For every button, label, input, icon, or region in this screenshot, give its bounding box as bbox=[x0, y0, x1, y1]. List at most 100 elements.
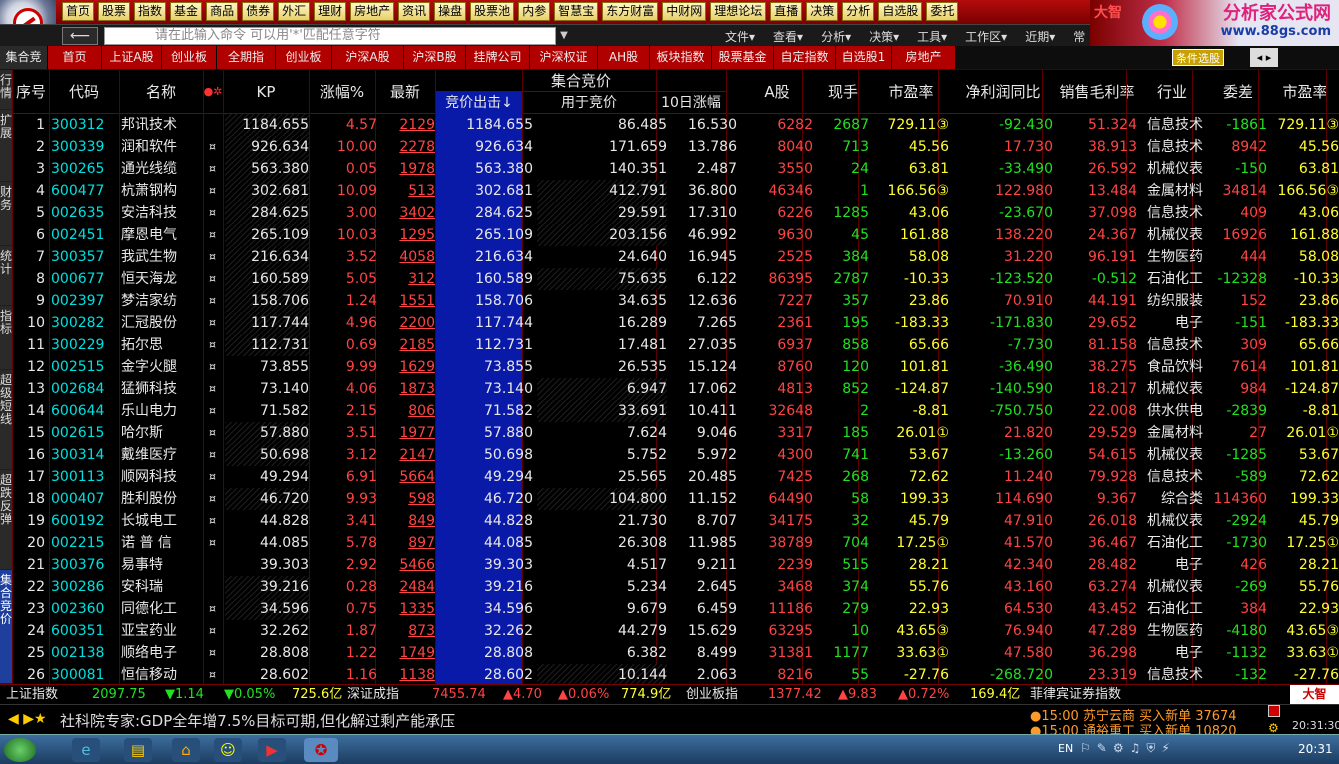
video-app-icon[interactable]: ▶ bbox=[258, 738, 286, 762]
row-name[interactable]: 我武生物 bbox=[121, 246, 201, 268]
menu-item[interactable]: 决策 bbox=[806, 2, 839, 21]
col-header-bid[interactable]: 竞价出击↓ bbox=[436, 92, 522, 114]
rmenu-item[interactable]: 查看▾ bbox=[773, 28, 803, 45]
row-seq[interactable]: 15 bbox=[13, 422, 45, 444]
row-seq[interactable]: 5 bbox=[13, 202, 45, 224]
row-seq[interactable]: 22 bbox=[13, 576, 45, 598]
board-tab[interactable]: 全期指 bbox=[217, 46, 276, 69]
row-code[interactable]: 300286 bbox=[51, 576, 127, 598]
menu-item[interactable]: 理想论坛 bbox=[710, 2, 767, 21]
row-seq[interactable]: 10 bbox=[13, 312, 45, 334]
menu-item[interactable]: 东方财富 bbox=[602, 2, 659, 21]
col-header-industry[interactable]: 行业 bbox=[1139, 70, 1205, 114]
row-code[interactable]: 300339 bbox=[51, 136, 127, 158]
row-name[interactable]: 顺络电子 bbox=[121, 642, 201, 664]
table-row[interactable]: 20 002215 诺 普 信 ¤ 44.085 5.78 897 44.085 26.308 1… bbox=[13, 532, 1339, 554]
table-row[interactable]: 13 002684 猛狮科技 ¤ 73.140 4.06 1873 73.140 6.947 17… bbox=[13, 378, 1339, 400]
row-seq[interactable]: 23 bbox=[13, 598, 45, 620]
menu-item[interactable]: 内参 bbox=[518, 2, 551, 21]
tab-scroll-arrows[interactable]: ◂ ▸ bbox=[1250, 48, 1278, 67]
row-name[interactable]: 杭萧钢构 bbox=[121, 180, 201, 202]
row-name[interactable]: 通光线缆 bbox=[121, 158, 201, 180]
news-headline[interactable]: 社科院专家:GDP全年增7.5%目标可期,但化解过剩产能承压 bbox=[60, 710, 455, 731]
rmenu-item[interactable]: 工具▾ bbox=[917, 28, 947, 45]
home-app-icon[interactable]: ⌂ bbox=[172, 738, 200, 762]
table-row[interactable]: 24 600351 亚宝药业 ¤ 32.262 1.87 873 32.262 44.279 15… bbox=[13, 620, 1339, 642]
row-code[interactable]: 300113 bbox=[51, 466, 127, 488]
board-tab[interactable]: 房地产 bbox=[892, 46, 956, 69]
col-header-net-profit[interactable]: 净利润同比 bbox=[951, 70, 1055, 114]
row-seq[interactable]: 26 bbox=[13, 664, 45, 686]
row-name[interactable]: 亚宝药业 bbox=[121, 620, 201, 642]
table-row[interactable]: 8 000677 恒天海龙 ¤ 160.589 5.05 312 160.589 75.635 6… bbox=[13, 268, 1339, 290]
row-name[interactable]: 拓尔思 bbox=[121, 334, 201, 356]
row-name[interactable]: 同德化工 bbox=[121, 598, 201, 620]
row-seq[interactable]: 13 bbox=[13, 378, 45, 400]
board-tab[interactable]: 集合竞价 bbox=[0, 46, 48, 87]
table-row[interactable]: 4 600477 杭萧钢构 ¤ 302.681 10.09 513 302.681 412.79… bbox=[13, 180, 1339, 202]
menu-item[interactable]: 外汇 bbox=[278, 2, 311, 21]
row-name[interactable]: 安科瑞 bbox=[121, 576, 201, 598]
stock-app-icon[interactable]: ✪ bbox=[304, 738, 338, 762]
table-row[interactable]: 12 002515 金字火腿 ¤ 73.855 9.99 1629 73.855 26.535 1… bbox=[13, 356, 1339, 378]
table-row[interactable]: 6 002451 摩恩电气 ¤ 265.109 10.03 1295 265.109 203.1… bbox=[13, 224, 1339, 246]
left-tab[interactable]: 行情 bbox=[0, 70, 12, 110]
left-tab[interactable]: 指标 bbox=[0, 306, 12, 370]
row-code[interactable]: 600192 bbox=[51, 510, 127, 532]
row-seq[interactable]: 6 bbox=[13, 224, 45, 246]
menu-item[interactable]: 操盘 bbox=[434, 2, 467, 21]
board-tab[interactable]: 上证A股 bbox=[102, 46, 162, 69]
row-seq[interactable]: 20 bbox=[13, 532, 45, 554]
menu-item[interactable]: 指数 bbox=[134, 2, 167, 21]
menu-item[interactable]: 直播 bbox=[770, 2, 803, 21]
row-code[interactable]: 002615 bbox=[51, 422, 127, 444]
left-tab[interactable]: 超级短线 bbox=[0, 370, 12, 470]
rmenu-item[interactable]: 决策▾ bbox=[869, 28, 899, 45]
folder-icon[interactable]: ▤ bbox=[124, 738, 152, 762]
index-name-4[interactable]: 菲律宾证券指数 bbox=[1030, 685, 1121, 704]
row-name[interactable]: 邦讯技术 bbox=[121, 114, 201, 136]
board-tab[interactable]: 股票基金 bbox=[712, 46, 774, 69]
table-row[interactable]: 21 300376 易事特 39.303 2.92 5466 39.303 4.517 9.21… bbox=[13, 554, 1339, 576]
col-header-pe-2[interactable]: 市盈率 bbox=[1271, 70, 1339, 114]
row-code[interactable]: 600351 bbox=[51, 620, 127, 642]
row-seq[interactable]: 21 bbox=[13, 554, 45, 576]
row-seq[interactable]: 7 bbox=[13, 246, 45, 268]
row-seq[interactable]: 14 bbox=[13, 400, 45, 422]
left-tab[interactable]: 集合竞价 bbox=[0, 570, 12, 684]
start-button-icon[interactable] bbox=[4, 738, 36, 762]
table-row[interactable]: 25 002138 顺络电子 ¤ 28.808 1.22 1749 28.808 6.382 8.… bbox=[13, 642, 1339, 664]
board-tab[interactable]: 创业板 bbox=[162, 46, 217, 69]
index-name-3[interactable]: 创业板指 bbox=[686, 685, 738, 704]
rmenu-item[interactable]: 近期▾ bbox=[1025, 28, 1055, 45]
table-row[interactable]: 23 002360 同德化工 ¤ 34.596 0.75 1335 34.596 9.679 6.… bbox=[13, 598, 1339, 620]
table-row[interactable]: 9 002397 梦洁家纺 ¤ 158.706 1.24 1551 158.706 34.635… bbox=[13, 290, 1339, 312]
left-tab[interactable]: 财务 bbox=[0, 182, 12, 246]
menu-item[interactable]: 资讯 bbox=[398, 2, 431, 21]
rmenu-item[interactable]: 常 bbox=[1073, 28, 1085, 45]
col-header-last[interactable]: 最新 bbox=[375, 70, 435, 114]
table-row[interactable]: 22 300286 安科瑞 39.216 0.28 2484 39.216 5.234 2.64… bbox=[13, 576, 1339, 598]
menu-item[interactable]: 首页 bbox=[62, 2, 95, 21]
row-code[interactable]: 300081 bbox=[51, 664, 127, 686]
menu-item[interactable]: 智慧宝 bbox=[554, 2, 599, 21]
row-code[interactable]: 002515 bbox=[51, 356, 127, 378]
row-code[interactable]: 300376 bbox=[51, 554, 127, 576]
row-seq[interactable]: 18 bbox=[13, 488, 45, 510]
col-header-used[interactable]: 用于竞价 bbox=[522, 92, 656, 114]
menu-item[interactable]: 债券 bbox=[242, 2, 275, 21]
menu-item[interactable]: 理财 bbox=[314, 2, 347, 21]
col-header-kp[interactable]: KP bbox=[223, 70, 309, 114]
alert-close-icon[interactable] bbox=[1268, 705, 1280, 717]
table-row[interactable]: 7 300357 我武生物 ¤ 216.634 3.52 4058 216.634 24.640… bbox=[13, 246, 1339, 268]
col-header-change[interactable]: 涨幅% bbox=[309, 70, 375, 114]
row-name[interactable]: 安洁科技 bbox=[121, 202, 201, 224]
row-seq[interactable]: 17 bbox=[13, 466, 45, 488]
row-code[interactable]: 002635 bbox=[51, 202, 127, 224]
row-name[interactable]: 金字火腿 bbox=[121, 356, 201, 378]
ticker-nav-icons[interactable]: ◀ ▶★ bbox=[8, 711, 47, 727]
col-header-seq[interactable]: 序号 bbox=[13, 70, 49, 114]
row-seq[interactable]: 12 bbox=[13, 356, 45, 378]
row-seq[interactable]: 24 bbox=[13, 620, 45, 642]
table-row[interactable]: 26 300081 恒信移动 ¤ 28.602 1.16 1138 28.602 10.144 2… bbox=[13, 664, 1339, 686]
